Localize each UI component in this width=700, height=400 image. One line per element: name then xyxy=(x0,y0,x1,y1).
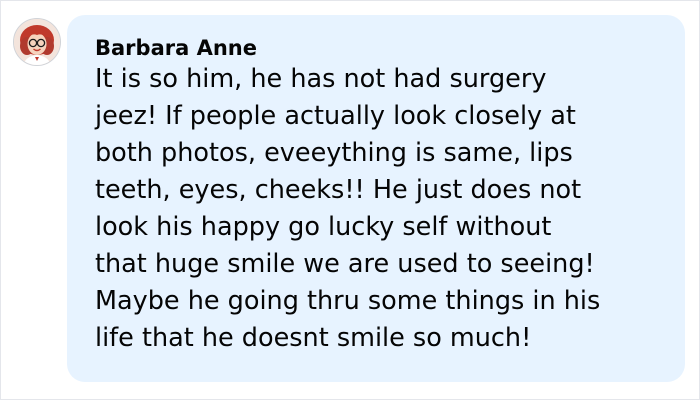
comment-line: teeth, eyes, cheeks!! He just does not xyxy=(95,175,582,205)
comment-line: both photos, eveeything is same, lips xyxy=(95,138,573,168)
comment-line: jeez! If people actually look closely at xyxy=(95,101,576,131)
avatar[interactable] xyxy=(13,18,61,66)
comment-body: It is so him, he has not had surgery jee… xyxy=(95,61,665,357)
comment-bubble: Barbara Anne It is so him, he has not ha… xyxy=(67,15,685,382)
comment-line: that huge smile we are used to seeing! xyxy=(95,249,595,279)
comment-line: life that he doesnt smile so much! xyxy=(95,323,532,353)
comment-line: It is so him, he has not had surgery xyxy=(95,64,547,94)
comment-line: look his happy go lucky self without xyxy=(95,212,552,242)
comment-line: Maybe he going thru some things in his xyxy=(95,286,601,316)
comment-frame: Barbara Anne It is so him, he has not ha… xyxy=(0,0,700,400)
comment-author[interactable]: Barbara Anne xyxy=(95,35,665,61)
avatar-image xyxy=(14,19,60,65)
